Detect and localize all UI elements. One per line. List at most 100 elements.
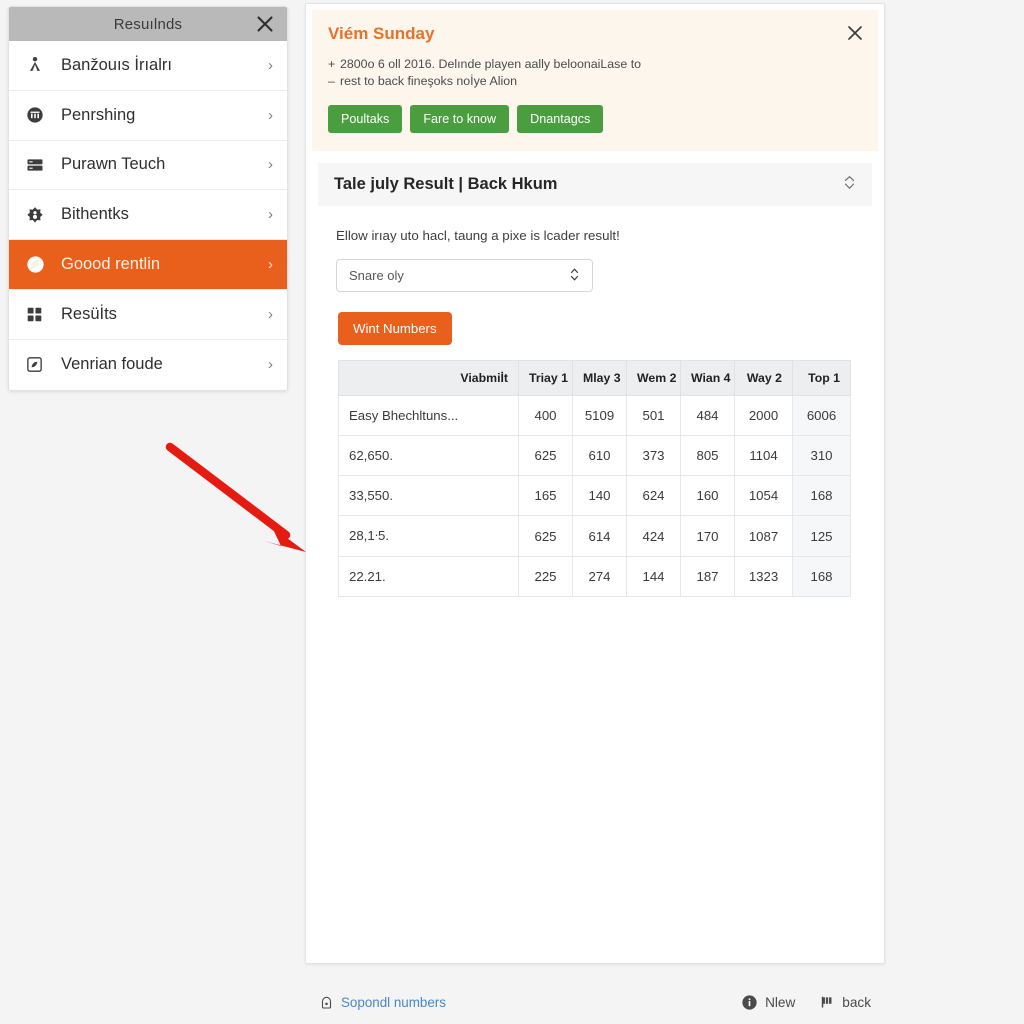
sidebar-panel: Resuılnds Banžouıs İrıalrı › Penrshing ›… xyxy=(8,6,288,391)
table-cell-name: 62,650. xyxy=(338,435,519,476)
leaf-ball-icon xyxy=(25,254,51,275)
table-cell: 274 xyxy=(572,556,627,597)
section-header[interactable]: Tale july Result | Back Hkum xyxy=(318,163,872,206)
table-header-row: Viabmiİt Triay 1 Mlay 3 Wem 2 Wian 4 Way… xyxy=(338,360,851,396)
notice-line-text: 2800o 6 oll 2016. Delınde playen aally b… xyxy=(340,57,642,71)
table-cell: 614 xyxy=(572,515,627,557)
table-column-header[interactable]: Top 1 xyxy=(792,360,851,396)
table-cell: 484 xyxy=(680,395,735,436)
table-cell: 1054 xyxy=(734,475,793,516)
person-icon xyxy=(25,55,51,75)
sidebar-item-venrian-foude[interactable]: Venrian foude › xyxy=(9,340,287,390)
table-cell: 625 xyxy=(518,515,573,557)
notice-button-group: Poultaks Fare to know Dnantagcs xyxy=(328,105,862,133)
table-cell: 5109 xyxy=(572,395,627,436)
footer-action-new[interactable]: Nlew xyxy=(741,994,795,1011)
table-cell: 310 xyxy=(792,435,851,476)
win-numbers-button[interactable]: Wint Numbers xyxy=(338,312,452,345)
sidebar-item-label: Resüİts xyxy=(61,304,117,323)
table-cell: 160 xyxy=(680,475,735,516)
notice-button-poultaks[interactable]: Poultaks xyxy=(328,105,403,133)
updown-caret-icon xyxy=(569,267,580,284)
footer-action-label: back xyxy=(842,994,871,1010)
flag-icon xyxy=(819,994,835,1010)
table-cell: 501 xyxy=(626,395,681,436)
sidebar-item-label: Goood rentlin xyxy=(61,255,161,274)
table-column-header[interactable]: Triay 1 xyxy=(518,360,573,396)
table-cell: 144 xyxy=(626,556,681,597)
table-cell: 424 xyxy=(626,515,681,557)
notice-bullet: + xyxy=(328,57,336,71)
bank-circle-icon xyxy=(25,105,51,125)
table-row[interactable]: 62,650. 625 610 373 805 1104 310 xyxy=(338,435,851,476)
table-column-header[interactable]: Mlay 3 xyxy=(572,360,627,396)
red-pointer-arrow xyxy=(160,435,320,555)
notice-line: – rest to back fineşoks noİye Alion xyxy=(328,73,862,90)
table-cell: 625 xyxy=(518,435,573,476)
sidebar-item-label: Bithentks xyxy=(61,205,129,224)
info-circle-icon xyxy=(741,994,758,1011)
table-cell-name: 28,1ᐧ5. xyxy=(338,515,519,557)
table-cell: 624 xyxy=(626,475,681,516)
table-cell: 225 xyxy=(518,556,573,597)
sidebar-header: Resuılnds xyxy=(9,7,287,41)
section-title: Tale july Result | Back Hkum xyxy=(334,175,558,193)
sidebar-item-banzouis-iralri[interactable]: Banžouıs İrıalrı › xyxy=(9,41,287,91)
sidebar-item-label: Banžouıs İrıalrı xyxy=(61,55,172,74)
notice-title: Viém Sunday xyxy=(328,24,435,43)
table-cell-name: 33,550. xyxy=(338,475,519,516)
table-cell: 125 xyxy=(792,515,851,557)
chevron-right-icon: › xyxy=(268,156,273,174)
table-column-header[interactable]: Viabmiİt xyxy=(338,360,519,396)
table-cell: 2000 xyxy=(734,395,793,436)
chevron-right-icon: › xyxy=(268,305,273,323)
notice-button-fare-to-know[interactable]: Fare to know xyxy=(410,105,510,133)
table-row[interactable]: 33,550. 165 140 624 160 1054 168 xyxy=(338,475,851,516)
table-cell: 805 xyxy=(680,435,735,476)
table-column-header[interactable]: Wem 2 xyxy=(626,360,681,396)
results-table: Viabmiİt Triay 1 Mlay 3 Wem 2 Wian 4 Way… xyxy=(338,360,851,597)
footer-link-label: Sopondl numbers xyxy=(341,994,446,1010)
table-cell: 1104 xyxy=(734,435,793,476)
close-icon[interactable] xyxy=(846,24,864,42)
sidebar-item-bithentks[interactable]: Bithentks › xyxy=(9,190,287,241)
table-row[interactable]: Easy Bhechltuns... 400 5109 501 484 2000… xyxy=(338,395,851,436)
chevron-right-icon: › xyxy=(268,56,273,74)
section-description: Ellow irıay uto hacl, taung a pixe is lc… xyxy=(336,228,620,243)
footer-secure-numbers-link[interactable]: Sopondl numbers xyxy=(319,995,446,1010)
sidebar-item-purawn-teuch[interactable]: Purawn Teuch › xyxy=(9,141,287,191)
table-column-header[interactable]: Way 2 xyxy=(734,360,793,396)
notice-button-dnantagcs[interactable]: Dnantagcs xyxy=(517,105,604,133)
sidebar-title: Resuılnds xyxy=(113,15,183,33)
table-cell-name: Easy Bhechltuns... xyxy=(338,395,519,436)
sidebar-item-goood-rentlin[interactable]: Goood rentlin › xyxy=(9,240,287,290)
table-row[interactable]: 22.21. 225 274 144 187 1323 168 xyxy=(338,556,851,597)
footer-actions: Nlew back xyxy=(741,994,871,1011)
sidebar-item-label: Venrian foude xyxy=(61,355,163,374)
share-select[interactable]: Snare oly xyxy=(336,259,593,292)
table-cell: 140 xyxy=(572,475,627,516)
chevron-updown-icon[interactable] xyxy=(843,174,856,196)
footer-action-label: Nlew xyxy=(765,994,796,1010)
table-cell: 1087 xyxy=(734,515,793,557)
close-icon[interactable] xyxy=(255,14,275,34)
table-cell: 400 xyxy=(518,395,573,436)
lock-icon xyxy=(319,995,334,1010)
notice-line-text: rest to back fineşoks noİye Alion xyxy=(340,74,518,88)
footer-action-back[interactable]: back xyxy=(819,994,871,1010)
table-cell: 187 xyxy=(680,556,735,597)
sidebar-item-results[interactable]: Resüİts › xyxy=(9,290,287,340)
table-cell: 170 xyxy=(680,515,735,557)
sidebar-item-label: Purawn Teuch xyxy=(61,155,166,174)
grid-squares-icon xyxy=(25,305,51,324)
settings-circle-icon xyxy=(25,205,51,225)
table-cell: 610 xyxy=(572,435,627,476)
table-column-header[interactable]: Wian 4 xyxy=(680,360,735,396)
table-row[interactable]: 28,1ᐧ5. 625 614 424 170 1087 125 xyxy=(338,515,851,557)
server-rows-icon xyxy=(25,155,51,175)
table-cell: 168 xyxy=(792,556,851,597)
footer-bar: Sopondl numbers Nlew back xyxy=(305,982,885,1022)
table-cell: 6006 xyxy=(792,395,851,436)
sidebar-item-penrshing[interactable]: Penrshing › xyxy=(9,91,287,141)
main-content-panel: Viém Sunday +2800o 6 oll 2016. Delınde p… xyxy=(305,3,885,964)
